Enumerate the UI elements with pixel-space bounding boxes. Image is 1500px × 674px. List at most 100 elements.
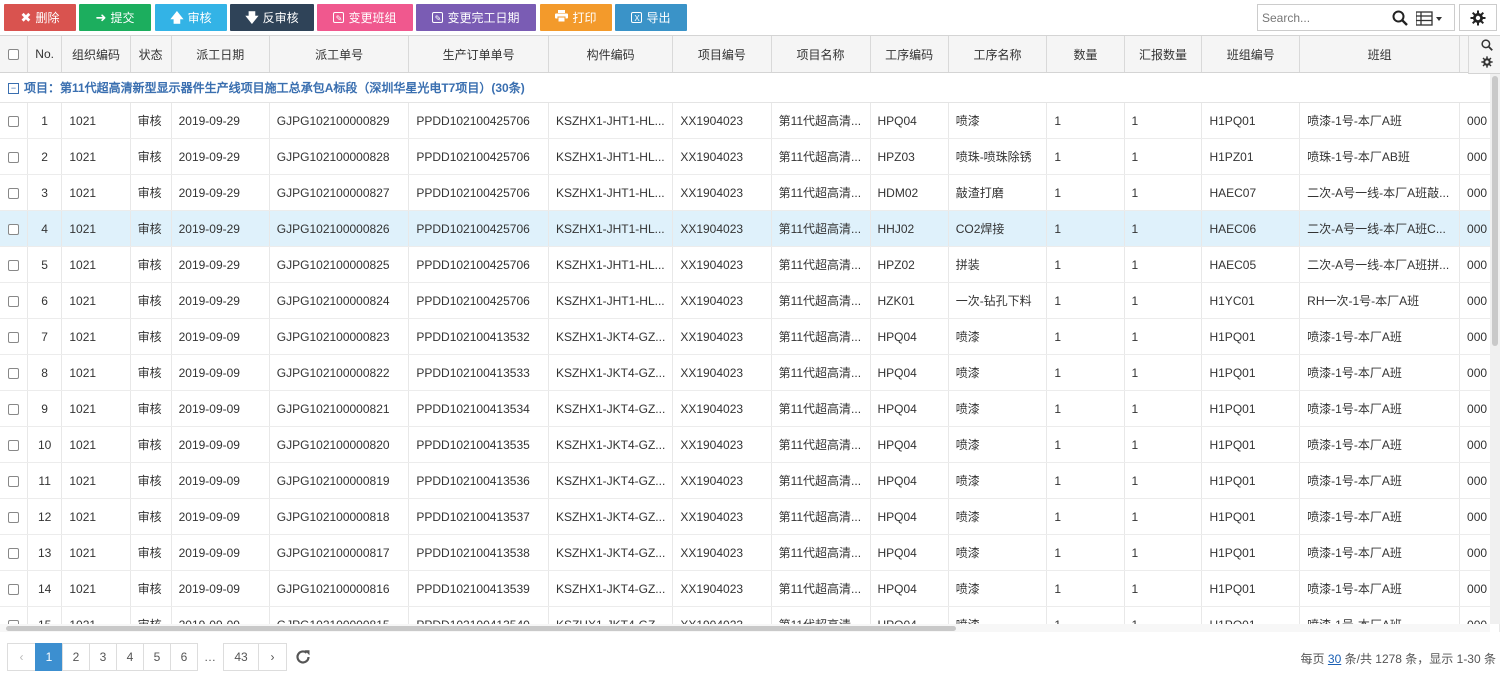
prev-page-button[interactable]: ‹ bbox=[7, 643, 36, 671]
column-header[interactable]: 派工单号 bbox=[269, 36, 410, 73]
column-header[interactable]: 构件编码 bbox=[548, 36, 674, 73]
cell-team-code: H1PQ01 bbox=[1201, 318, 1301, 355]
column-header[interactable]: 汇报数量 bbox=[1124, 36, 1203, 73]
page-button[interactable]: 5 bbox=[143, 643, 171, 671]
row-checkbox[interactable] bbox=[7, 583, 19, 595]
delete-button[interactable]: ✖ 删除 bbox=[4, 4, 76, 31]
cell-team: 二次-A号一线-本厂A班C... bbox=[1299, 210, 1461, 247]
row-select-cell bbox=[0, 138, 28, 175]
column-header[interactable]: 状态 bbox=[130, 36, 172, 73]
page-button[interactable]: 2 bbox=[62, 643, 90, 671]
settings-button[interactable] bbox=[1459, 4, 1497, 31]
cell-qty: 1 bbox=[1046, 318, 1125, 355]
cell-status: 审核 bbox=[130, 354, 172, 391]
row-checkbox[interactable] bbox=[7, 259, 19, 271]
change-team-button[interactable]: ✎ 变更班组 bbox=[317, 4, 413, 31]
vertical-scrollbar[interactable] bbox=[1490, 74, 1500, 624]
approve-button[interactable]: 🡅 审核 bbox=[155, 4, 227, 31]
row-checkbox[interactable] bbox=[7, 403, 19, 415]
group-label[interactable]: − 项目：第11代超高清新型显示器件生产线项目施工总承包A标段（深圳华星光电T7项… bbox=[0, 72, 1500, 103]
column-header[interactable]: 组织编码 bbox=[61, 36, 131, 73]
table-row[interactable]: 12 1021 审核 2019-09-09 GJPG102100000818 PPDD10… bbox=[0, 498, 1500, 535]
table-row[interactable]: 6 1021 审核 2019-09-29 GJPG102100000824 PPDD102… bbox=[0, 282, 1500, 319]
cell-team: 二次-A号一线-本厂A班拼... bbox=[1299, 246, 1461, 283]
column-header[interactable]: 项目编号 bbox=[672, 36, 772, 73]
cell-no: 11 bbox=[27, 462, 63, 499]
cell-team-code: H1PQ01 bbox=[1201, 570, 1301, 607]
row-checkbox[interactable] bbox=[7, 151, 19, 163]
table-row[interactable]: 3 1021 审核 2019-09-29 GJPG102100000827 PPDD102… bbox=[0, 174, 1500, 211]
table-row[interactable]: 11 1021 审核 2019-09-09 GJPG102100000819 PPDD10… bbox=[0, 462, 1500, 499]
column-header[interactable]: 班组 bbox=[1299, 36, 1461, 73]
row-checkbox[interactable] bbox=[7, 367, 19, 379]
next-page-button[interactable]: › bbox=[258, 643, 287, 671]
column-header[interactable]: 派工日期 bbox=[171, 36, 270, 73]
cell-proc-code: HPZ02 bbox=[870, 246, 949, 283]
cell-report-qty: 1 bbox=[1124, 426, 1203, 463]
row-select-cell bbox=[0, 570, 28, 607]
change-finish-date-button[interactable]: ✎ 变更完工日期 bbox=[416, 4, 536, 31]
cell-status: 审核 bbox=[130, 282, 172, 319]
row-checkbox[interactable] bbox=[7, 187, 19, 199]
cell-team: 喷珠-1号-本厂AB班 bbox=[1299, 138, 1461, 175]
search-icon[interactable] bbox=[1481, 39, 1493, 51]
row-checkbox[interactable] bbox=[7, 223, 19, 235]
cell-proc-name: 喷漆 bbox=[948, 570, 1048, 607]
table-row[interactable]: 1 1021 审核 2019-09-29 GJPG102100000829 PPDD102… bbox=[0, 102, 1500, 139]
table-row[interactable]: 13 1021 审核 2019-09-09 GJPG102100000817 PPDD10… bbox=[0, 534, 1500, 571]
cell-date: 2019-09-09 bbox=[171, 426, 270, 463]
row-checkbox[interactable] bbox=[7, 511, 19, 523]
table-row[interactable]: 4 1021 审核 2019-09-29 GJPG102100000826 PPDD102… bbox=[0, 210, 1500, 247]
row-checkbox[interactable] bbox=[7, 295, 19, 307]
table-row[interactable]: 7 1021 审核 2019-09-09 GJPG102100000823 PPDD102… bbox=[0, 318, 1500, 355]
unapprove-button[interactable]: 🡇 反审核 bbox=[230, 4, 314, 31]
select-all-checkbox[interactable] bbox=[7, 49, 19, 61]
table-row[interactable]: 10 1021 审核 2019-09-09 GJPG102100000820 PPDD10… bbox=[0, 426, 1500, 463]
column-header[interactable]: 数量 bbox=[1046, 36, 1125, 73]
page-button[interactable]: 3 bbox=[89, 643, 117, 671]
gear-icon[interactable] bbox=[1481, 56, 1493, 68]
print-button[interactable]: 打印 bbox=[540, 4, 612, 31]
search-icon[interactable] bbox=[1392, 10, 1408, 26]
cell-order: PPDD102100413535 bbox=[408, 426, 549, 463]
group-row[interactable]: − 项目：第11代超高清新型显示器件生产线项目施工总承包A标段（深圳华星光电T7项… bbox=[0, 72, 1500, 103]
cell-status: 审核 bbox=[130, 534, 172, 571]
columns-icon[interactable] bbox=[1416, 11, 1444, 26]
vertical-scroll-thumb[interactable] bbox=[1492, 76, 1498, 346]
page-button[interactable]: 4 bbox=[116, 643, 144, 671]
cell-part: KSZHX1-JHT1-HL... bbox=[548, 138, 674, 175]
header-row: No. 组织编码 状态 派工日期 派工单号 生产订单单号 构件编码 项目编号 项… bbox=[0, 36, 1500, 73]
cell-team-code: H1PQ01 bbox=[1201, 462, 1301, 499]
cell-report-qty: 1 bbox=[1124, 174, 1203, 211]
row-checkbox[interactable] bbox=[7, 547, 19, 559]
row-checkbox[interactable] bbox=[7, 115, 19, 127]
column-header[interactable]: 工序编码 bbox=[870, 36, 949, 73]
column-header[interactable]: No. bbox=[27, 36, 63, 73]
per-page-link[interactable]: 30 bbox=[1328, 652, 1341, 666]
submit-button[interactable]: ➜ 提交 bbox=[79, 4, 151, 31]
row-checkbox[interactable] bbox=[7, 331, 19, 343]
search-input[interactable] bbox=[1262, 8, 1387, 28]
column-header[interactable]: 工序名称 bbox=[948, 36, 1048, 73]
export-button[interactable]: X 导出 bbox=[615, 4, 687, 31]
last-page-button[interactable]: 43 bbox=[223, 643, 259, 671]
table-row[interactable]: 9 1021 审核 2019-09-09 GJPG102100000821 PPDD102… bbox=[0, 390, 1500, 427]
cell-proj-name: 第11代超高清... bbox=[771, 570, 871, 607]
column-header[interactable]: 班组编号 bbox=[1201, 36, 1301, 73]
collapse-icon[interactable]: − bbox=[8, 83, 19, 95]
table-row[interactable]: 2 1021 审核 2019-09-29 GJPG102100000828 PPDD102… bbox=[0, 138, 1500, 175]
table-row[interactable]: 14 1021 审核 2019-09-09 GJPG102100000816 PPDD10… bbox=[0, 570, 1500, 607]
edit-icon: ✎ bbox=[432, 12, 444, 23]
cell-part: KSZHX1-JHT1-HL... bbox=[548, 246, 674, 283]
row-checkbox[interactable] bbox=[7, 475, 19, 487]
table-row[interactable]: 5 1021 审核 2019-09-29 GJPG102100000825 PPDD102… bbox=[0, 246, 1500, 283]
page-button[interactable]: 6 bbox=[170, 643, 198, 671]
page-button[interactable]: 1 bbox=[35, 643, 63, 671]
table-row[interactable]: 8 1021 审核 2019-09-09 GJPG102100000822 PPDD102… bbox=[0, 354, 1500, 391]
column-header[interactable]: 生产订单单号 bbox=[408, 36, 549, 73]
column-header[interactable]: 项目名称 bbox=[771, 36, 871, 73]
cell-part: KSZHX1-JKT4-GZ... bbox=[548, 354, 674, 391]
row-checkbox[interactable] bbox=[7, 439, 19, 451]
cell-report-qty: 1 bbox=[1124, 102, 1203, 139]
refresh-icon[interactable] bbox=[294, 648, 312, 666]
